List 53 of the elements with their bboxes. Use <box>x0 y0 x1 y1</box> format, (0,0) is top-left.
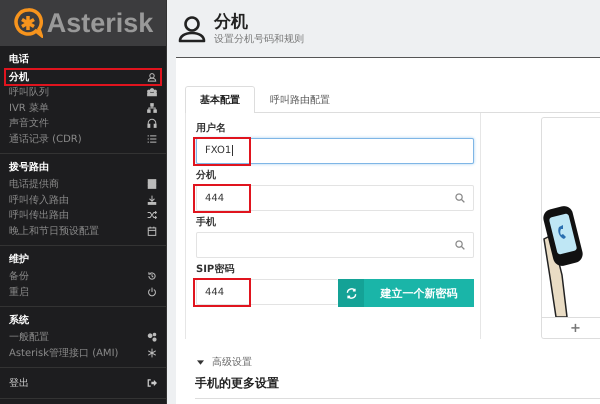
field-label: SIP密码 <box>196 264 234 276</box>
refresh-icon <box>346 288 356 298</box>
menu-item[interactable]: 呼叫队列 <box>0 84 166 100</box>
input-field[interactable] <box>196 232 474 258</box>
history-icon <box>147 271 157 282</box>
menu-item[interactable]: 声音文件 <box>0 116 166 131</box>
menu-item[interactable]: 一般配置 <box>0 330 166 345</box>
section-heading: 手机的更多设置 <box>195 375 600 399</box>
sign-out-icon <box>147 378 157 388</box>
add-button[interactable]: + <box>542 317 600 338</box>
search-icon <box>455 240 465 250</box>
menu-item[interactable]: Asterisk管理接口 (AMI) <box>0 345 166 360</box>
field-label: 分机 <box>196 170 216 182</box>
page-subtitle: 设置分机号码和规则 <box>214 32 304 46</box>
section-heading: 电话 <box>8 52 30 67</box>
group-icon <box>147 87 157 98</box>
power-icon <box>147 286 157 297</box>
menu-item[interactable]: 通话记录 (CDR) <box>0 131 166 146</box>
page-title: 分机 <box>214 12 249 32</box>
menu-item[interactable]: 备份 <box>0 268 166 284</box>
generate-password-button[interactable]: 建立一个新密码 <box>338 279 474 307</box>
section-heading: 维护 <box>8 252 30 266</box>
menu-item[interactable]: 呼叫传出路由 <box>0 208 166 223</box>
list-icon <box>147 134 157 144</box>
cogs-icon <box>147 332 157 342</box>
input-field[interactable]: FXO1 <box>196 138 474 164</box>
menu-item[interactable]: 呼叫传入路由 <box>0 192 166 208</box>
tab[interactable]: 呼叫路由配置 <box>255 86 345 112</box>
menu-item[interactable]: 晚上和节日预设配置 <box>0 223 166 238</box>
section-heading: 拨号路由 <box>8 160 50 174</box>
input-field[interactable]: 444 <box>196 185 474 211</box>
logo-text: Asterisk <box>46 8 154 38</box>
user-icon <box>147 72 157 82</box>
section-heading: 系统 <box>8 314 30 328</box>
shuffle-icon <box>147 210 157 220</box>
menu-item[interactable]: IVR 菜单 <box>0 100 166 116</box>
menu-item[interactable]: 电话提供商 <box>0 176 166 192</box>
field-label: 用户名 <box>196 123 226 135</box>
asterisk-icon <box>147 348 157 358</box>
input-field[interactable]: 444 <box>196 279 338 305</box>
calendar-icon <box>147 226 157 236</box>
logo-icon <box>12 8 43 38</box>
user-icon <box>178 14 206 42</box>
tab[interactable]: 基本配置 <box>185 86 255 113</box>
headphones-icon <box>147 118 157 128</box>
field-label: 手机 <box>196 217 216 229</box>
advanced-settings-toggle[interactable]: 高级设置 <box>197 355 600 369</box>
sitemap-icon <box>147 102 157 113</box>
logout-link[interactable]: 登出 <box>0 368 166 398</box>
search-icon <box>455 193 465 203</box>
menu-item[interactable]: 重启 <box>0 284 166 300</box>
inbound-icon <box>147 194 157 205</box>
menu-item[interactable]: 分机 <box>0 69 166 84</box>
